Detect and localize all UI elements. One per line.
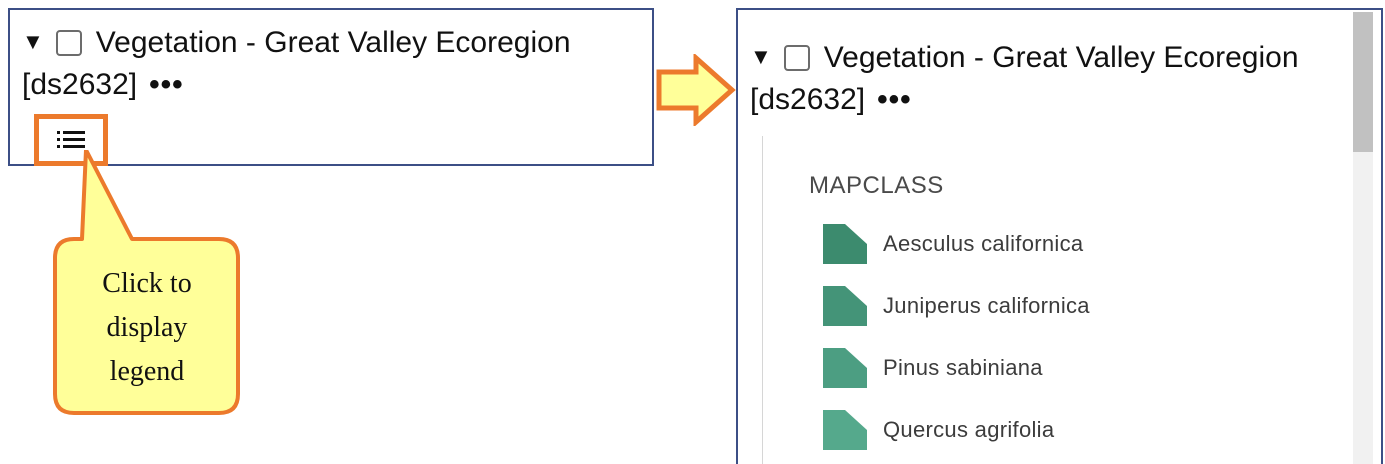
legend-heading: MAPCLASS <box>809 172 944 199</box>
expand-triangle-icon[interactable]: ▼ <box>22 21 44 63</box>
legend-item-label: Aesculus californica <box>883 231 1084 256</box>
legend-item: Aesculus californica <box>821 222 1083 266</box>
legend-swatch <box>823 286 867 326</box>
layer-list-panel-expanded: ▼ Vegetation - Great Valley Ecoregion [d… <box>736 8 1383 464</box>
layer-item: ▼ Vegetation - Great Valley Ecoregion [d… <box>750 37 1299 121</box>
list-icon <box>57 131 85 148</box>
legend-item-label: Juniperus californica <box>883 293 1090 318</box>
legend-swatch <box>823 224 867 264</box>
callout-line2: display <box>106 312 188 343</box>
right-arrow-icon <box>656 54 736 126</box>
callout-line3: legend <box>109 356 185 387</box>
legend-item: Quercus agrifolia <box>821 408 1054 452</box>
scrollbar-thumb[interactable] <box>1353 12 1373 152</box>
layer-visibility-checkbox[interactable] <box>55 30 82 56</box>
legend-swatch <box>823 410 867 450</box>
layer-options-button[interactable]: ••• <box>877 83 912 116</box>
legend-swatch <box>823 348 867 388</box>
layer-visibility-checkbox[interactable] <box>783 45 810 71</box>
callout-text: Click to display legend <box>58 262 236 394</box>
legend-panel: MAPCLASS Aesculus californica Juniperus … <box>762 136 1351 464</box>
layer-title-line2: [ds2632] <box>22 68 138 101</box>
legend-item-label: Quercus agrifolia <box>883 417 1055 442</box>
layer-options-button[interactable]: ••• <box>149 68 184 101</box>
layer-title-line1: Vegetation - Great Valley Ecoregion <box>95 26 571 59</box>
layer-list-panel-collapsed: ▼ Vegetation - Great Valley Ecoregion [d… <box>8 8 654 166</box>
layer-title-line2: [ds2632] <box>750 83 866 116</box>
legend-item: Pinus sabiniana <box>821 346 1043 390</box>
legend-item-label: Pinus sabiniana <box>883 355 1043 380</box>
legend-item: Juniperus californica <box>821 284 1090 328</box>
layer-title-line1: Vegetation - Great Valley Ecoregion <box>823 41 1299 74</box>
expand-triangle-icon[interactable]: ▼ <box>750 36 772 78</box>
layer-item: ▼ Vegetation - Great Valley Ecoregion [d… <box>22 22 571 106</box>
callout-line1: Click to <box>102 268 192 299</box>
